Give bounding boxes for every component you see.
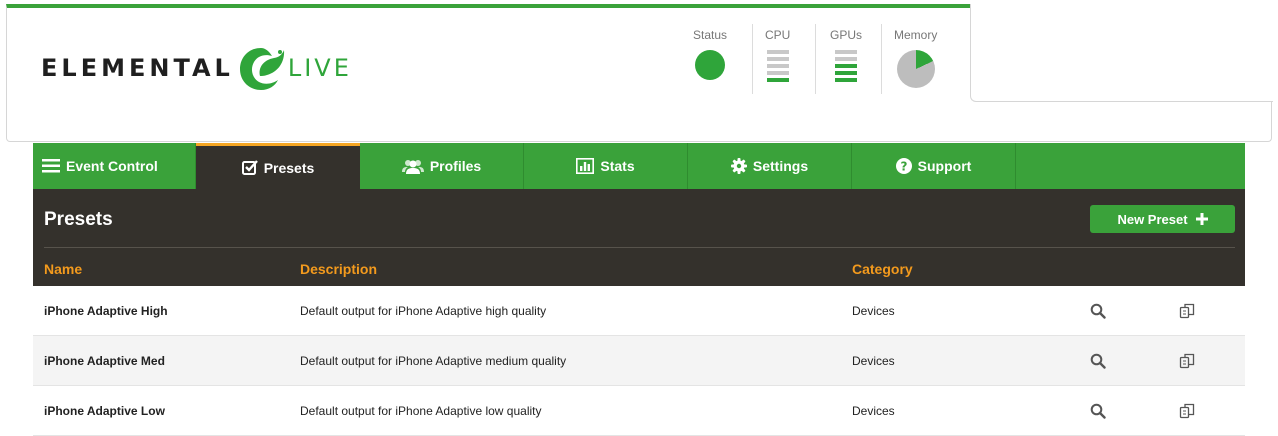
new-preset-button[interactable]: New Preset bbox=[1090, 205, 1235, 233]
column-header-description[interactable]: Description bbox=[300, 261, 377, 277]
memory-indicator[interactable]: Memory bbox=[894, 28, 937, 98]
new-preset-label: New Preset bbox=[1117, 211, 1188, 227]
plus-icon bbox=[1195, 213, 1208, 225]
tab-event-control[interactable]: Event Control bbox=[33, 143, 196, 189]
search-icon bbox=[1090, 403, 1106, 419]
main-nav-tabs: Event Control Presets Profiles Stats Set… bbox=[33, 143, 1245, 189]
tab-settings[interactable]: Settings bbox=[688, 143, 852, 189]
tab-label: Profiles bbox=[429, 158, 482, 174]
header-divider bbox=[44, 247, 1235, 248]
presets-panel: Presets New Preset Name Description Cate… bbox=[33, 189, 1245, 436]
stat-divider bbox=[815, 24, 816, 94]
tab-label: Settings bbox=[752, 158, 809, 174]
gpus-label: GPUs bbox=[830, 28, 863, 42]
cpu-label: CPU bbox=[765, 28, 791, 42]
view-preset-button[interactable] bbox=[1090, 286, 1106, 335]
svg-text:?: ? bbox=[900, 160, 907, 174]
duplicate-preset-button[interactable] bbox=[1179, 286, 1195, 335]
gpu-level-bars bbox=[835, 50, 857, 82]
stat-divider bbox=[752, 24, 753, 94]
preset-description: Default output for iPhone Adaptive low q… bbox=[300, 403, 542, 418]
question-icon: ? bbox=[895, 158, 912, 174]
tab-profiles[interactable]: Profiles bbox=[360, 143, 524, 189]
preset-name[interactable]: iPhone Adaptive Low bbox=[44, 386, 165, 435]
stat-divider bbox=[881, 24, 882, 94]
memory-label: Memory bbox=[894, 28, 938, 42]
search-icon bbox=[1090, 353, 1106, 369]
tab-label: Event Control bbox=[66, 158, 158, 174]
users-icon bbox=[401, 159, 424, 174]
view-preset-button[interactable] bbox=[1090, 336, 1106, 385]
preset-category: Devices bbox=[852, 353, 895, 368]
logo-text-live: LIVE bbox=[287, 54, 352, 82]
memory-pie-chart bbox=[896, 50, 935, 88]
app-header: ELEMENTAL LIVE Status CPU GPUs Memory bbox=[6, 4, 1273, 142]
gear-icon bbox=[730, 158, 747, 174]
tab-label: Presets bbox=[263, 159, 315, 176]
copy-icon bbox=[1179, 403, 1195, 418]
cpu-level-bars bbox=[766, 50, 789, 82]
presets-table: iPhone Adaptive High Default output for … bbox=[33, 286, 1245, 436]
table-row[interactable]: iPhone Adaptive High Default output for … bbox=[33, 286, 1245, 336]
tab-label: Stats bbox=[600, 158, 635, 174]
table-row[interactable]: iPhone Adaptive Med Default output for i… bbox=[33, 336, 1245, 386]
copy-icon bbox=[1179, 303, 1195, 318]
preset-name[interactable]: iPhone Adaptive Med bbox=[44, 336, 165, 385]
duplicate-preset-button[interactable] bbox=[1179, 336, 1195, 385]
tab-stats[interactable]: Stats bbox=[524, 143, 688, 189]
tab-presets[interactable]: Presets bbox=[196, 143, 360, 189]
preset-category: Devices bbox=[852, 403, 895, 418]
gpus-indicator[interactable]: GPUs bbox=[830, 28, 862, 98]
page-title: Presets bbox=[44, 209, 113, 230]
bar-chart-icon bbox=[576, 158, 595, 174]
elemental-leaf-icon bbox=[239, 48, 284, 90]
search-icon bbox=[1090, 303, 1106, 319]
copy-icon bbox=[1179, 353, 1195, 368]
checkbox-icon bbox=[241, 160, 258, 175]
tab-label: Support bbox=[917, 158, 972, 174]
view-preset-button[interactable] bbox=[1090, 386, 1106, 435]
preset-description: Default output for iPhone Adaptive high … bbox=[300, 303, 547, 318]
tab-support[interactable]: ? Support bbox=[852, 143, 1016, 189]
preset-category: Devices bbox=[852, 303, 895, 318]
status-indicator[interactable]: Status bbox=[693, 28, 727, 98]
list-icon bbox=[42, 159, 60, 173]
duplicate-preset-button[interactable] bbox=[1179, 386, 1195, 435]
table-row[interactable]: iPhone Adaptive Low Default output for i… bbox=[33, 386, 1245, 436]
cpu-indicator[interactable]: CPU bbox=[765, 28, 790, 98]
column-header-category[interactable]: Category bbox=[852, 261, 913, 277]
preset-name[interactable]: iPhone Adaptive High bbox=[44, 286, 168, 335]
logo-text-elemental: ELEMENTAL bbox=[41, 54, 234, 82]
status-ok-dot bbox=[695, 50, 726, 80]
preset-description: Default output for iPhone Adaptive mediu… bbox=[300, 353, 567, 368]
header-side-panel bbox=[970, 4, 1273, 102]
column-header-name[interactable]: Name bbox=[44, 261, 82, 277]
status-label: Status bbox=[693, 28, 728, 42]
elemental-live-logo[interactable]: ELEMENTAL LIVE bbox=[41, 42, 352, 94]
